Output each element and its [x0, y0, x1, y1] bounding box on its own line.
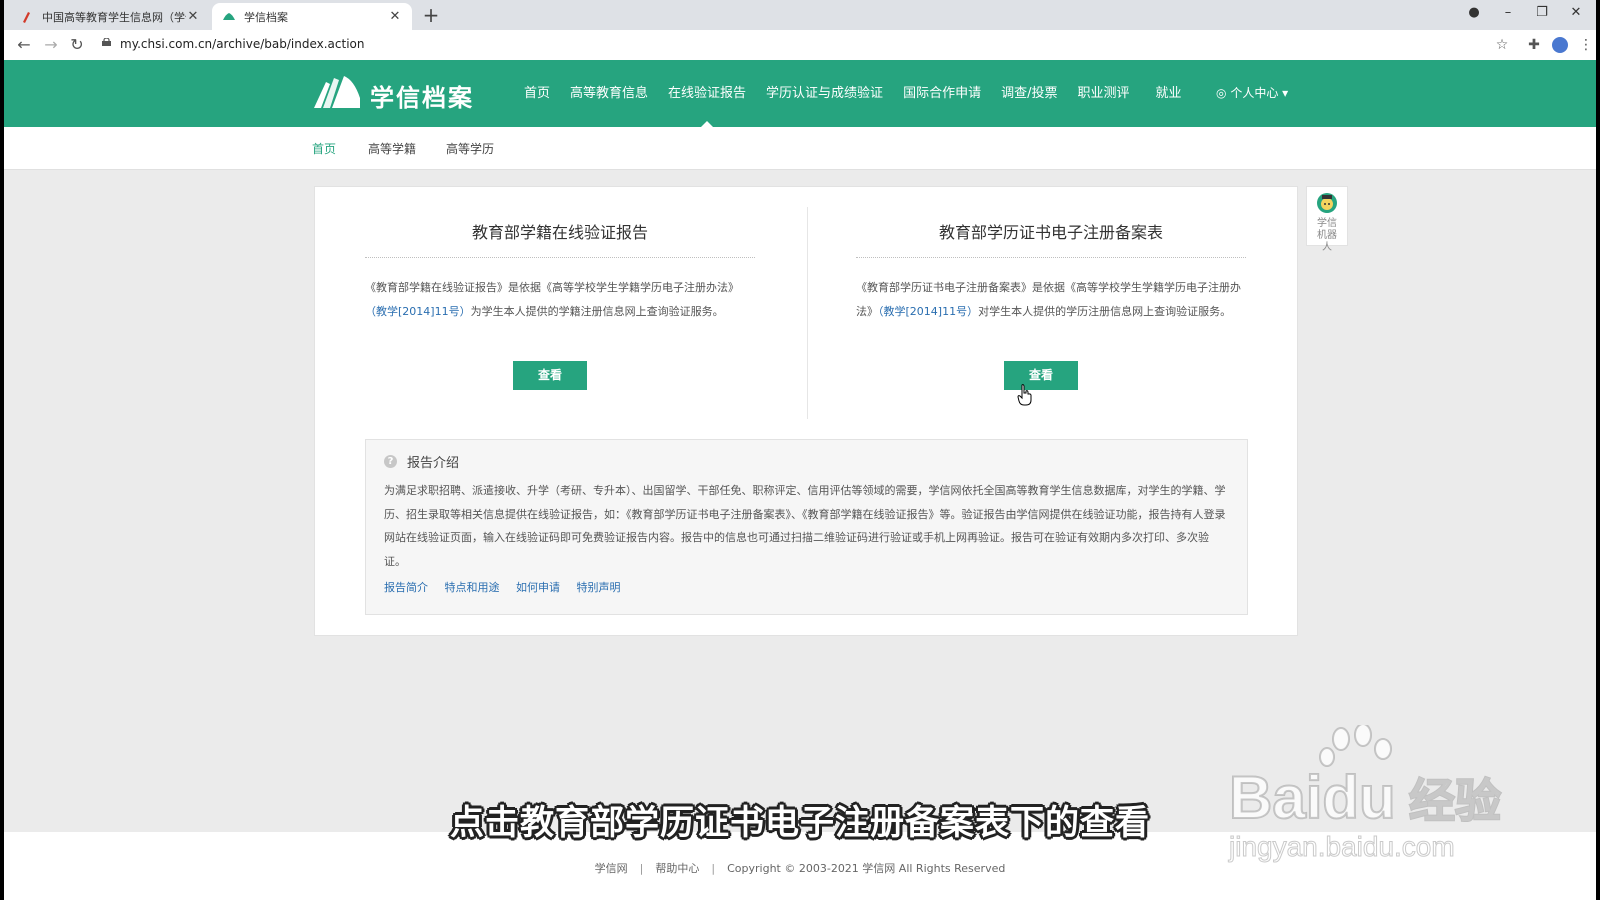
regulation-link[interactable]: （教学[2014]11号） — [878, 305, 978, 318]
enrollment-report-description: 《教育部学籍在线验证报告》是依据《高等学校学生学籍学历电子注册办法》 （教学[20… — [365, 276, 755, 324]
degree-record-title: 教育部学历证书电子注册备案表 — [856, 219, 1246, 258]
tab-archive[interactable]: 学信档案 ✕ — [212, 3, 412, 30]
view-enrollment-report-button[interactable]: 查看 — [513, 361, 587, 390]
desc-text: 《教育部学籍在线验证报告》是依据《高等学校学生学籍学历电子注册办法》 — [365, 281, 739, 294]
menu-icon[interactable]: ⋮ — [1576, 35, 1596, 55]
intro-links: 报告简介 特点和用途 如何申请 特别声明 — [384, 579, 1229, 595]
link-features[interactable]: 特点和用途 — [445, 581, 500, 594]
degree-record-column: 教育部学历证书电子注册备案表 《教育部学历证书电子注册备案表》是依据《高等学校学… — [856, 187, 1246, 390]
tab-title: 中国高等教育学生信息网（学信网 — [42, 10, 186, 24]
logo-text[interactable]: 学信档案 — [370, 78, 474, 113]
close-tab-icon[interactable]: ✕ — [388, 9, 402, 24]
robot-avatar-icon — [1317, 193, 1337, 213]
nav-career-test[interactable]: 职业测评 — [1077, 60, 1129, 127]
desc-text: 对学生本人提供的学历注册信息网上查询验证服务。 — [978, 305, 1232, 318]
sub-nav: 首页 高等学籍 高等学历 — [4, 127, 1596, 170]
nav-international[interactable]: 国际合作申请 — [903, 60, 981, 127]
enrollment-report-title: 教育部学籍在线验证报告 — [365, 219, 755, 258]
forward-icon[interactable]: → — [41, 35, 61, 55]
intro-heading: ? 报告介绍 — [384, 452, 1229, 471]
footer-link-chsi[interactable]: 学信网 — [595, 862, 628, 875]
archive-favicon-icon — [223, 12, 235, 20]
robot-label: 学信机器人 — [1317, 218, 1337, 253]
footer-link-help[interactable]: 帮助中心 — [655, 862, 699, 875]
view-degree-record-button[interactable]: 查看 — [1004, 361, 1078, 390]
profile-dropdown-icon[interactable]: ● — [1464, 5, 1484, 20]
report-card: 教育部学籍在线验证报告 《教育部学籍在线验证报告》是依据《高等学校学生学籍学历电… — [314, 186, 1298, 636]
user-icon: ◎ — [1216, 86, 1227, 100]
intro-title: 报告介绍 — [407, 456, 460, 471]
nav-survey[interactable]: 调查/投票 — [1001, 60, 1057, 127]
footer-copyright: Copyright © 2003-2021 学信网 All Rights Res… — [727, 862, 1006, 875]
back-icon[interactable]: ← — [14, 35, 34, 55]
url-text: my.chsi.com.cn/archive/bab/index.action — [120, 37, 365, 51]
tab-chsi[interactable]: 中国高等教育学生信息网（学信网 ✕ — [10, 3, 210, 30]
nav-online-verification[interactable]: 在线验证报告 — [668, 60, 746, 127]
nav-home[interactable]: 首页 — [524, 60, 550, 127]
main-nav: 首页 高等教育信息 在线验证报告 学历认证与成绩验证 国际合作申请 调查/投票 … — [524, 60, 1202, 127]
address-bar[interactable]: my.chsi.com.cn/archive/bab/index.action — [94, 33, 1494, 57]
question-icon: ? — [384, 455, 397, 468]
subnav-degree[interactable]: 高等学历 — [446, 140, 494, 157]
user-center-menu[interactable]: ◎ 个人中心 ▾ — [1216, 60, 1288, 127]
reload-icon[interactable]: ↻ — [67, 35, 87, 55]
tab-title: 学信档案 — [244, 10, 288, 24]
subnav-enrollment[interactable]: 高等学籍 — [368, 140, 416, 157]
xuexin-logo-icon[interactable] — [312, 74, 362, 110]
desc-text: 为学生本人提供的学籍注册信息网上查询验证服务。 — [470, 305, 724, 318]
watermark-url: jingyan.baidu.com — [1229, 831, 1456, 863]
regulation-link[interactable]: （教学[2014]11号） — [365, 305, 471, 318]
nav-degree-certification[interactable]: 学历认证与成绩验证 — [766, 60, 883, 127]
chevron-down-icon: ▾ — [1282, 86, 1289, 100]
link-report-summary[interactable]: 报告简介 — [384, 581, 428, 594]
bookmark-star-icon[interactable]: ☆ — [1492, 35, 1512, 55]
baidu-jingyan-watermark: Baidu 经验 jingyan.baidu.com — [1228, 725, 1529, 865]
profile-avatar-icon[interactable] — [1550, 35, 1570, 55]
link-how-to-apply[interactable]: 如何申请 — [516, 581, 560, 594]
watermark-brand: Baidu — [1228, 763, 1397, 832]
chsi-favicon-icon — [23, 11, 30, 23]
nav-employment[interactable]: 就业 — [1155, 60, 1181, 127]
new-tab-button[interactable]: + — [420, 5, 442, 27]
browser-toolbar: ← → ↻ my.chsi.com.cn/archive/bab/index.a… — [4, 30, 1596, 61]
restore-button[interactable]: ❐ — [1532, 5, 1552, 20]
watermark-cn: 经验 — [1408, 773, 1502, 829]
extensions-icon[interactable]: ✚ — [1524, 35, 1544, 55]
link-disclaimer[interactable]: 特别声明 — [577, 581, 621, 594]
intro-text: 为满足求职招聘、派遣接收、升学（考研、专升本）、出国留学、干部任免、职称评定、信… — [384, 484, 1226, 568]
nav-higher-education[interactable]: 高等教育信息 — [570, 60, 648, 127]
chat-robot-widget[interactable]: 学信机器人 — [1306, 186, 1348, 253]
column-divider — [807, 207, 808, 419]
hand-cursor-icon — [1017, 384, 1032, 406]
user-center-label: 个人中心 — [1230, 86, 1279, 100]
minimize-button[interactable]: – — [1498, 5, 1518, 20]
close-window-button[interactable]: ✕ — [1566, 5, 1586, 20]
tab-bar: 中国高等教育学生信息网（学信网 ✕ 学信档案 ✕ + ● – ❐ ✕ — [4, 0, 1596, 30]
browser-window: 中国高等教育学生信息网（学信网 ✕ 学信档案 ✕ + ● – ❐ ✕ ← → ↻… — [4, 0, 1596, 900]
degree-record-description: 《教育部学历证书电子注册备案表》是依据《高等学校学生学籍学历电子注册办法》（教学… — [856, 276, 1246, 324]
lock-icon — [102, 38, 111, 46]
site-header: 学信档案 首页 高等教育信息 在线验证报告 学历认证与成绩验证 国际合作申请 调… — [4, 60, 1596, 127]
report-intro-box: ? 报告介绍 为满足求职招聘、派遣接收、升学（考研、专升本）、出国留学、干部任免… — [365, 439, 1248, 615]
close-tab-icon[interactable]: ✕ — [186, 9, 200, 24]
subnav-home[interactable]: 首页 — [312, 140, 336, 157]
enrollment-report-column: 教育部学籍在线验证报告 《教育部学籍在线验证报告》是依据《高等学校学生学籍学历电… — [365, 187, 755, 390]
